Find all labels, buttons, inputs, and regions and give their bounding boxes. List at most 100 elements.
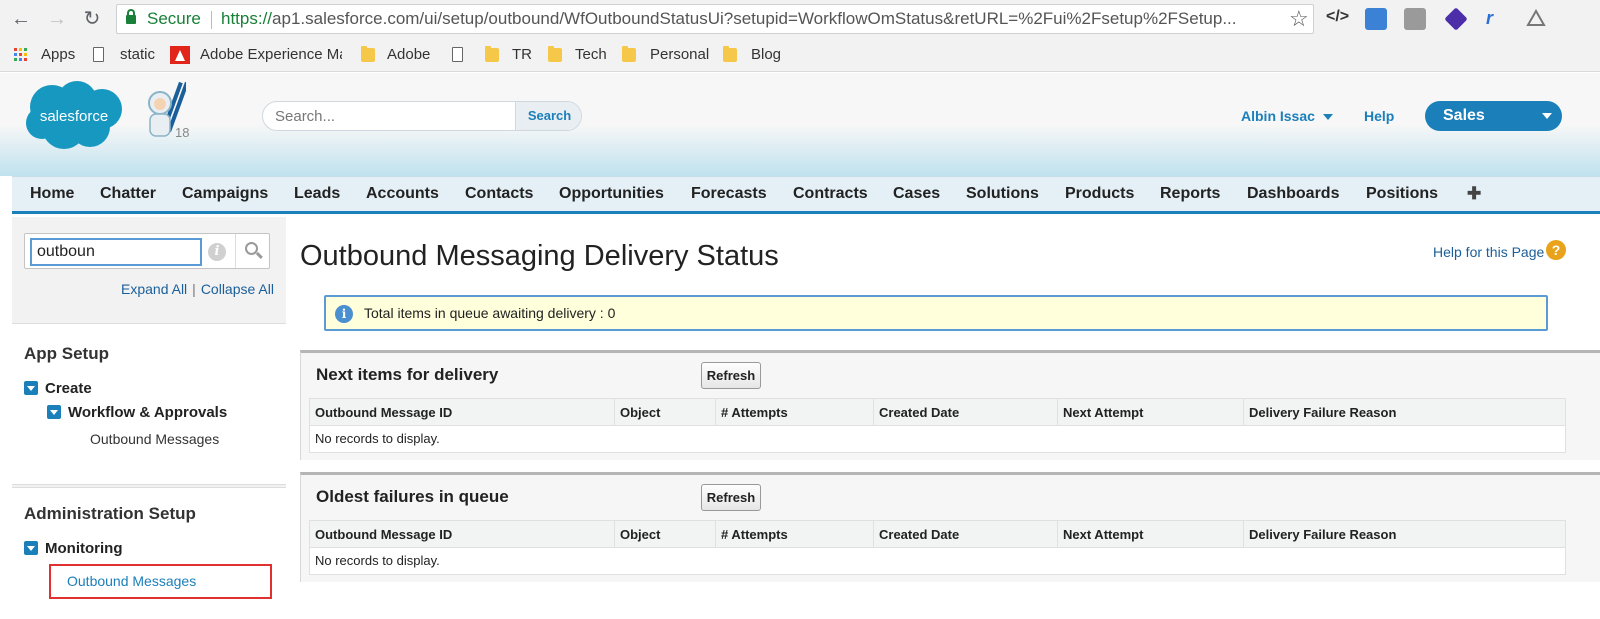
- grey-extension-icon[interactable]: [1404, 8, 1426, 30]
- browser-toolbar: ← → ↻ Secure https://ap1.salesforce.com/…: [0, 0, 1600, 38]
- tab-reports[interactable]: Reports: [1160, 177, 1220, 211]
- refresh-button[interactable]: Refresh: [701, 362, 761, 389]
- collapse-all-link[interactable]: Collapse All: [201, 281, 274, 297]
- folder-icon: [622, 46, 636, 62]
- help-for-this-page-link[interactable]: Help for this Page: [1433, 244, 1544, 260]
- code-extension-icon[interactable]: </>: [1326, 8, 1349, 26]
- chevron-down-icon: [1542, 113, 1552, 119]
- collapse-toggle-icon[interactable]: [24, 541, 38, 555]
- column-object[interactable]: Object: [614, 521, 715, 548]
- tab-cases[interactable]: Cases: [893, 177, 940, 211]
- administration-setup-panel: Administration Setup Monitoring: [12, 487, 286, 619]
- tree-leaf-outbound-messages-selected[interactable]: Outbound Messages: [49, 564, 272, 599]
- salesforce-logo[interactable]: salesforce: [22, 79, 126, 151]
- folder-icon: [723, 46, 737, 62]
- folder-icon: [485, 46, 499, 62]
- help-question-icon[interactable]: ?: [1546, 240, 1566, 260]
- bookmark-personal[interactable]: Personal: [622, 38, 712, 72]
- info-icon[interactable]: i: [208, 243, 226, 261]
- column-next-attempt[interactable]: Next Attempt: [1057, 399, 1243, 426]
- bookmark-adobe-experience[interactable]: Adobe Experience Ma: [170, 38, 342, 72]
- chart-extension-icon[interactable]: [1365, 8, 1387, 30]
- tab-contracts[interactable]: Contracts: [793, 177, 868, 211]
- column-outbound-message-id[interactable]: Outbound Message ID: [310, 521, 614, 548]
- column-delivery-failure-reason[interactable]: Delivery Failure Reason: [1243, 399, 1567, 426]
- bookmark-page[interactable]: [451, 38, 471, 72]
- bookmark-blog[interactable]: Blog: [723, 38, 783, 72]
- tab-positions[interactable]: Positions: [1366, 177, 1438, 211]
- global-search: Search: [262, 101, 582, 131]
- page-icon: [452, 47, 463, 62]
- setup-sidebar: i Expand All|Collapse All App Setup Crea…: [12, 217, 286, 619]
- refresh-button[interactable]: Refresh: [701, 484, 761, 511]
- tab-forecasts[interactable]: Forecasts: [691, 177, 767, 211]
- layers-extension-icon[interactable]: [1444, 7, 1468, 31]
- queue-info-banner: i Total items in queue awaiting delivery…: [324, 295, 1548, 331]
- reload-icon[interactable]: ↻: [79, 6, 105, 32]
- app-setup-panel: App Setup Create Workflow & Approvals Ou…: [12, 323, 286, 485]
- column-created-date[interactable]: Created Date: [873, 521, 1057, 548]
- bookmark-tr[interactable]: TR: [485, 38, 535, 72]
- empty-table-message: No records to display.: [315, 553, 440, 568]
- drive-extension-icon[interactable]: [1525, 8, 1547, 30]
- collapse-toggle-icon[interactable]: [47, 405, 61, 419]
- add-tab-plus-icon[interactable]: ✚: [1467, 177, 1481, 211]
- tab-campaigns[interactable]: Campaigns: [182, 177, 268, 211]
- column-attempts[interactable]: # Attempts: [715, 521, 873, 548]
- failures-table: Outbound Message ID Object # Attempts Cr…: [309, 520, 1566, 575]
- app-switcher[interactable]: Sales: [1425, 101, 1562, 131]
- table-header: Outbound Message ID Object # Attempts Cr…: [310, 521, 1565, 548]
- folder-icon: [548, 46, 562, 62]
- forward-arrow-icon[interactable]: →: [44, 6, 70, 32]
- bookmark-star-icon[interactable]: ☆: [1289, 5, 1309, 33]
- adobe-icon: [170, 46, 190, 64]
- tab-products[interactable]: Products: [1065, 177, 1134, 211]
- tab-opportunities[interactable]: Opportunities: [559, 177, 664, 211]
- tab-leads[interactable]: Leads: [294, 177, 340, 211]
- quick-find-input[interactable]: [30, 238, 202, 266]
- tab-home[interactable]: Home: [30, 177, 74, 211]
- user-name: Albin Issac: [1241, 108, 1315, 124]
- column-object[interactable]: Object: [614, 399, 715, 426]
- tab-solutions[interactable]: Solutions: [966, 177, 1039, 211]
- help-link[interactable]: Help: [1364, 108, 1394, 124]
- salesforce-header: salesforce 18 Search Albin Issac Help Sa…: [0, 73, 1600, 176]
- lock-icon: [126, 9, 136, 25]
- chevron-down-icon: [1322, 114, 1333, 121]
- oldest-failures-section: Oldest failures in queue Refresh Outboun…: [300, 472, 1600, 582]
- collapse-toggle-icon[interactable]: [24, 381, 38, 395]
- tab-contacts[interactable]: Contacts: [465, 177, 533, 211]
- search-input[interactable]: [263, 102, 515, 130]
- app-setup-heading: App Setup: [24, 344, 109, 363]
- bookmark-apps[interactable]: Apps: [14, 38, 84, 72]
- address-bar[interactable]: Secure https://ap1.salesforce.com/ui/set…: [116, 4, 1314, 34]
- user-menu[interactable]: Albin Issac: [1241, 108, 1333, 124]
- column-outbound-message-id[interactable]: Outbound Message ID: [310, 399, 614, 426]
- main-tab-bar: Home Chatter Campaigns Leads Accounts Co…: [12, 176, 1600, 214]
- quick-find: i: [24, 233, 270, 269]
- expand-all-link[interactable]: Expand All: [121, 281, 187, 297]
- bookmark-static[interactable]: static: [92, 38, 162, 72]
- search-icon[interactable]: [245, 242, 263, 260]
- administration-setup-heading: Administration Setup: [24, 504, 196, 523]
- info-icon: i: [335, 305, 353, 323]
- column-created-date[interactable]: Created Date: [873, 399, 1057, 426]
- bookmark-tech[interactable]: Tech: [548, 38, 608, 72]
- search-button[interactable]: Search: [515, 102, 581, 130]
- bookmark-adobe-folder[interactable]: Adobe: [361, 38, 436, 72]
- url-text[interactable]: https://ap1.salesforce.com/ui/setup/outb…: [221, 5, 1281, 33]
- tree-leaf-outbound-messages[interactable]: Outbound Messages: [90, 431, 219, 447]
- section-title: Oldest failures in queue: [316, 487, 509, 506]
- back-arrow-icon[interactable]: ←: [8, 6, 34, 32]
- queue-status-message: Total items in queue awaiting delivery :…: [364, 305, 616, 321]
- column-attempts[interactable]: # Attempts: [715, 399, 873, 426]
- r-extension-icon[interactable]: r: [1486, 8, 1508, 30]
- column-delivery-failure-reason[interactable]: Delivery Failure Reason: [1243, 521, 1567, 548]
- tab-chatter[interactable]: Chatter: [100, 177, 156, 211]
- tab-accounts[interactable]: Accounts: [366, 177, 439, 211]
- column-next-attempt[interactable]: Next Attempt: [1057, 521, 1243, 548]
- bookmarks-bar: Apps static Adobe Experience Ma Adobe TR…: [0, 38, 1600, 72]
- app-name: Sales: [1443, 107, 1485, 124]
- table-header: Outbound Message ID Object # Attempts Cr…: [310, 399, 1565, 426]
- tab-dashboards[interactable]: Dashboards: [1247, 177, 1339, 211]
